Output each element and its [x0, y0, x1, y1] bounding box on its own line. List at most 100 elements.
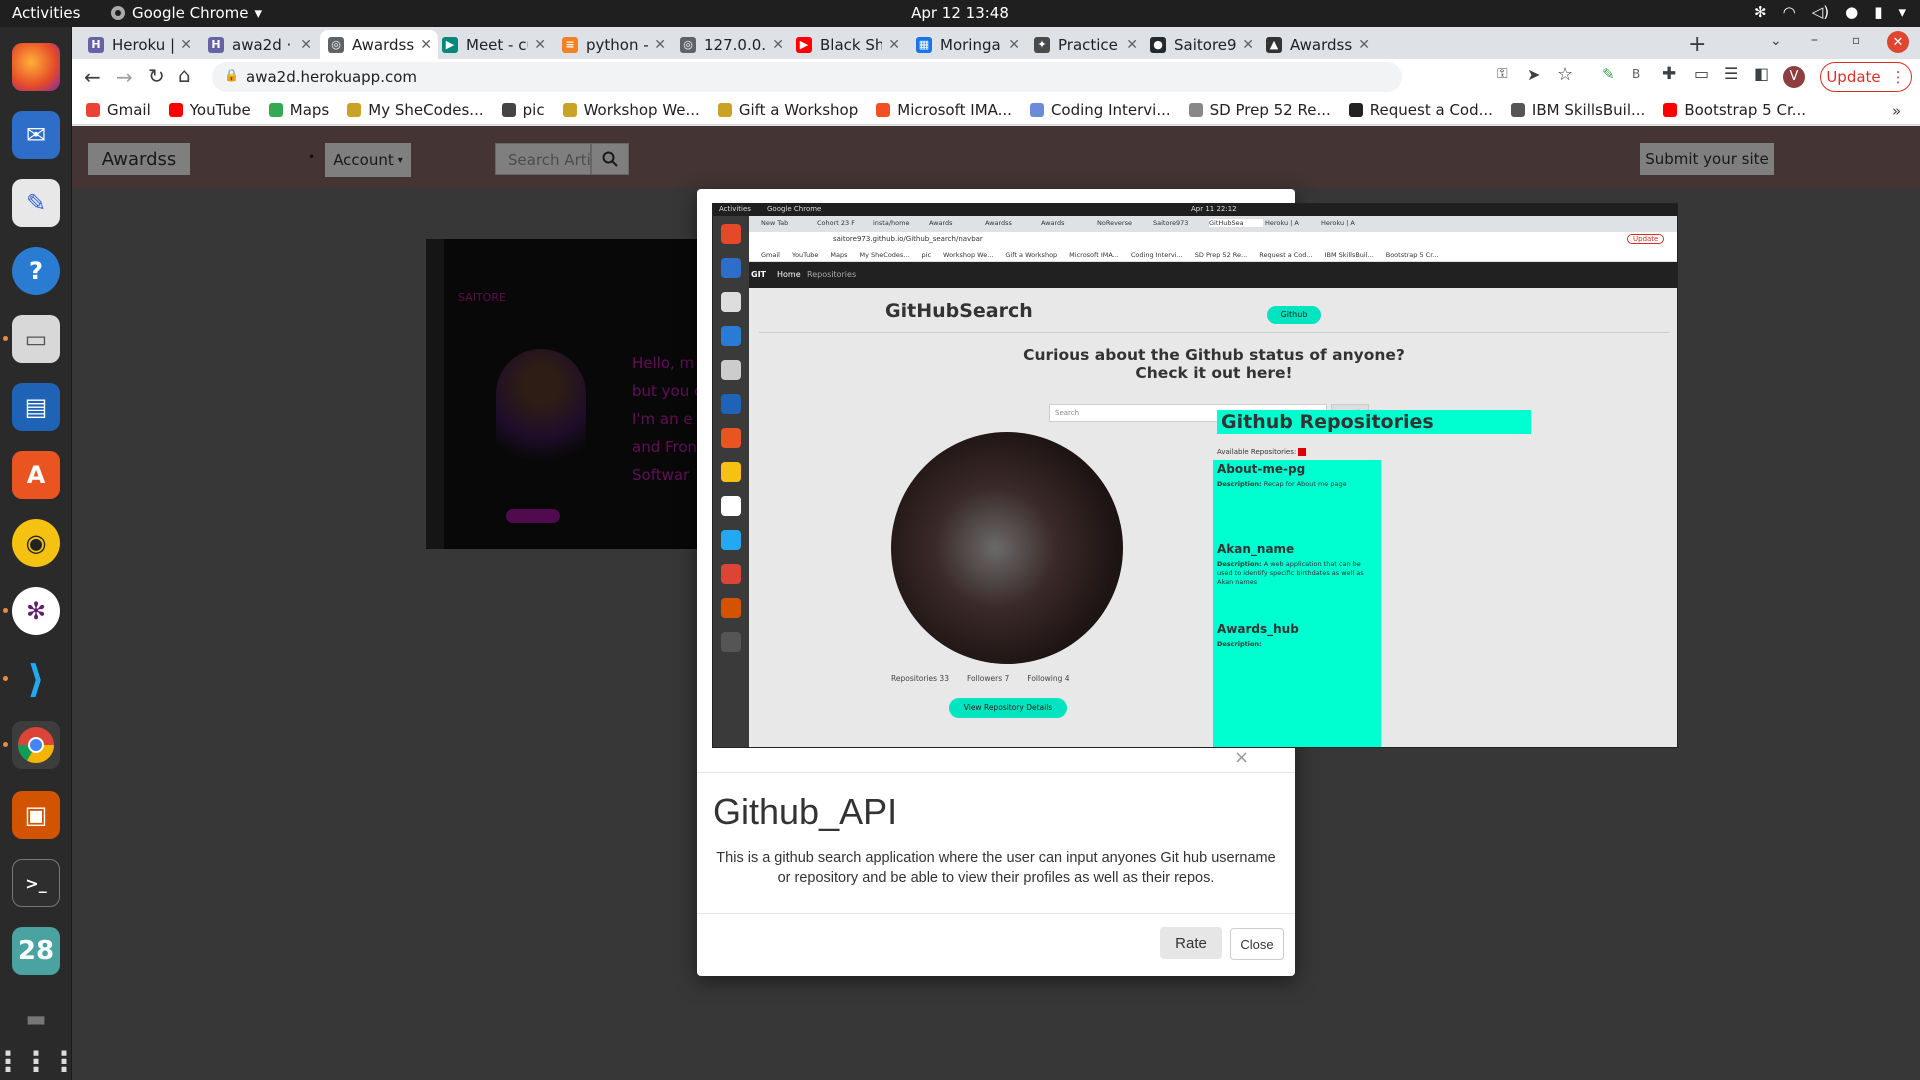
thunderbird-icon[interactable]: ✉ — [12, 111, 60, 159]
software-center-icon[interactable]: A — [12, 451, 60, 499]
close-window-button[interactable]: ✕ — [1887, 31, 1909, 53]
bookmark-12[interactable]: Bootstrap 5 Cr... — [1663, 101, 1806, 119]
bookmark-10[interactable]: Request a Cod... — [1348, 101, 1493, 119]
cast-icon[interactable]: ▭ — [1694, 64, 1709, 83]
bookmark-7[interactable]: Microsoft IMA... — [876, 101, 1012, 119]
tab-close-icon[interactable]: ✕ — [1126, 37, 1138, 53]
modal-close-x[interactable]: × — [1234, 747, 1249, 768]
tab-5[interactable]: ◎ 127.0.0.1:80 ✕ — [672, 30, 790, 59]
bookmark-4[interactable]: pic — [501, 100, 545, 119]
tab-close-icon[interactable]: ✕ — [300, 37, 312, 53]
bookmark-6[interactable]: Gift a Workshop — [717, 101, 858, 119]
tab-3[interactable]: ▶ Meet - cu ✕ — [434, 30, 552, 59]
close-button[interactable]: Close — [1230, 928, 1284, 960]
new-tab-button[interactable]: + — [1688, 32, 1706, 57]
slack-tray-icon[interactable]: ✻ — [1754, 3, 1767, 21]
tab-close-icon[interactable]: ✕ — [1358, 37, 1370, 53]
star-icon[interactable]: ☆ — [1557, 64, 1573, 85]
tab-close-icon[interactable]: ✕ — [534, 37, 546, 53]
back-icon[interactable]: ← — [84, 65, 101, 89]
tab-close-icon[interactable]: ✕ — [1242, 37, 1254, 53]
shot-dock-icon — [721, 564, 741, 584]
help-icon[interactable]: ? — [12, 247, 60, 295]
tab-close-icon[interactable]: ✕ — [888, 37, 900, 53]
tab-close-icon[interactable]: ✕ — [654, 37, 666, 53]
bookmark-8[interactable]: Coding Intervi... — [1029, 101, 1171, 119]
send-icon[interactable]: ➤ — [1527, 65, 1540, 84]
slack-icon[interactable]: ✻ — [3, 587, 60, 635]
key-icon[interactable]: ⚿ — [1497, 66, 1508, 82]
rate-button[interactable]: Rate — [1160, 927, 1222, 959]
app-menu[interactable]: Google Chrome ▾ — [110, 4, 262, 22]
bookmark-0[interactable]: Gmail — [86, 101, 151, 119]
tab-search-icon[interactable]: ⌄ — [1770, 33, 1782, 49]
wifi-icon[interactable]: ◠ — [1783, 3, 1796, 21]
tab-close-icon[interactable]: ✕ — [772, 37, 784, 53]
tab-0[interactable]: H Heroku | Lo ✕ — [80, 30, 198, 59]
system-tray[interactable]: ✻ ◠ ◁) ● ▮ ▾ — [1754, 3, 1906, 21]
impress-icon[interactable]: ▣ — [12, 791, 60, 839]
lock-icon[interactable]: 🔒 — [224, 68, 239, 82]
forward-icon[interactable]: → — [116, 65, 133, 89]
vscode-icon[interactable]: ⟩ — [3, 655, 60, 703]
update-button[interactable]: Update ⋮ — [1820, 62, 1912, 92]
extension-eyedropper-icon[interactable]: ✎ — [1602, 65, 1615, 83]
bookmark-2[interactable]: Maps — [268, 101, 329, 119]
bookmark-11[interactable]: IBM SkillsBuil... — [1510, 101, 1645, 119]
os-top-bar: Activities Google Chrome ▾ Apr 12 13:48 … — [0, 0, 1920, 27]
bookmark-label: pic — [522, 100, 545, 119]
tab-4[interactable]: ≡ python - Pro ✕ — [554, 30, 672, 59]
clock[interactable]: Apr 12 13:48 — [0, 4, 1920, 22]
tab-8[interactable]: ✦ Practice Cha ✕ — [1026, 30, 1144, 59]
trash-icon[interactable]: ▬ — [12, 995, 60, 1043]
bookmark-9[interactable]: SD Prep 52 Re... — [1188, 101, 1331, 119]
power-menu-icon[interactable]: ▾ — [1898, 3, 1906, 21]
avatar[interactable]: V — [1783, 66, 1805, 88]
home-icon[interactable]: ⌂ — [178, 63, 191, 87]
shot-dock-icon — [721, 462, 741, 482]
shot-topbar: Activities Google Chrome Apr 11 22:12 — [713, 204, 1677, 216]
shot-repo-desc-label: Description: — [1217, 560, 1262, 568]
reload-icon[interactable]: ↻ — [148, 64, 165, 88]
bookmarks-overflow-icon[interactable]: » — [1892, 102, 1901, 120]
shot-repos-heading: Github Repositories — [1217, 410, 1531, 434]
side-panel-icon[interactable]: ◧ — [1754, 64, 1769, 83]
tab-close-icon[interactable]: ✕ — [1008, 37, 1020, 53]
mic-icon[interactable]: ● — [1845, 3, 1858, 21]
volume-icon[interactable]: ◁) — [1812, 3, 1829, 21]
minimize-button[interactable]: – — [1811, 32, 1818, 48]
app-name: Google Chrome — [132, 4, 249, 22]
tab-7[interactable]: ▦ Moringa Sch ✕ — [908, 30, 1026, 59]
shot-tabstrip: New Tab Cohort 23 F insta/home Awards Awards… — [749, 216, 1677, 232]
chrome-dock-icon[interactable] — [3, 721, 60, 769]
show-apps-icon[interactable]: ⋮⋮⋮ — [0, 1037, 78, 1080]
activities-button[interactable]: Activities — [12, 4, 80, 22]
files-icon[interactable]: ▭ — [3, 315, 60, 363]
tab-10[interactable]: ▲ Awardss Pic ✕ — [1258, 30, 1376, 59]
battery-icon[interactable]: ▮ — [1874, 3, 1882, 21]
tab-close-icon[interactable]: ✕ — [420, 37, 432, 53]
bookmark-5[interactable]: Workshop We... — [562, 101, 700, 119]
extension-b-icon[interactable]: B — [1632, 67, 1640, 81]
reading-list-icon[interactable]: ☰ — [1724, 64, 1738, 83]
tab-2[interactable]: ◎ Awardss ✕ — [320, 30, 438, 59]
maximize-button[interactable]: ▫ — [1852, 33, 1860, 47]
rhythmbox-icon[interactable]: ◉ — [12, 519, 60, 567]
calendar-badge[interactable]: 28 — [12, 927, 60, 975]
firefox-icon[interactable] — [12, 43, 60, 91]
address-bar[interactable]: 🔒 awa2d.herokuapp.com — [212, 62, 1402, 92]
tab-9[interactable]: ● Saitore973/ ✕ — [1142, 30, 1260, 59]
shot-dock-icon — [721, 428, 741, 448]
text-editor-icon[interactable]: ✎ — [12, 179, 60, 227]
chevron-down-icon: ▾ — [254, 4, 263, 22]
shot-bookmark: SD Prep 52 Re... — [1194, 251, 1248, 259]
tab-1[interactable]: Hawa2d · Sett ✕ — [200, 30, 318, 59]
tab-6[interactable]: ▶ Black Sherif ✕ — [788, 30, 906, 59]
terminal-icon[interactable]: >_ — [12, 859, 60, 907]
tab-title: Moringa Sch — [940, 35, 1002, 54]
extensions-puzzle-icon[interactable]: ✚ — [1662, 64, 1676, 84]
tab-close-icon[interactable]: ✕ — [180, 37, 192, 53]
bookmark-3[interactable]: My SheCodes... — [347, 101, 484, 119]
writer-icon[interactable]: ▤ — [12, 383, 60, 431]
bookmark-1[interactable]: YouTube — [168, 101, 251, 119]
